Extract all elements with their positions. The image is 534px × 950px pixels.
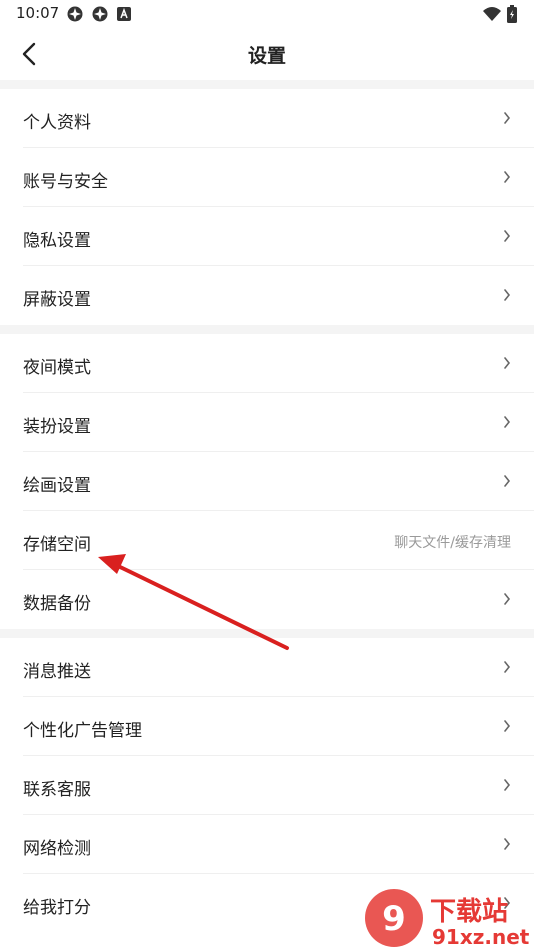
svg-text:91xz.net: 91xz.net — [432, 925, 530, 949]
settings-item-label: 账号与安全 — [23, 172, 108, 192]
settings-item-backup[interactable]: 数据备份 — [0, 570, 534, 629]
svg-text:9: 9 — [382, 899, 406, 939]
settings-item-label: 绘画设置 — [23, 476, 91, 496]
section-divider — [0, 325, 534, 334]
settings-item-label: 隐私设置 — [23, 231, 91, 251]
status-time: 10:07 — [16, 4, 60, 22]
chevron-right-icon — [504, 112, 511, 124]
chevron-right-icon — [504, 230, 511, 242]
chevron-right-icon — [504, 357, 511, 369]
settings-item-label: 存储空间 — [23, 535, 91, 555]
settings-item-night-mode[interactable]: 夜间模式 — [0, 334, 534, 393]
app-icon — [92, 6, 108, 22]
page-title: 设置 — [247, 45, 286, 67]
settings-item-label: 数据备份 — [23, 594, 91, 614]
chevron-right-icon — [504, 661, 511, 673]
settings-group-display: 夜间模式 装扮设置 绘画设置 存储空间 聊天文件/缓存清理 数据备份 — [0, 334, 534, 629]
settings-item-label: 夜间模式 — [23, 358, 91, 378]
chevron-right-icon — [504, 475, 511, 487]
chevron-right-icon — [504, 171, 511, 183]
battery-icon — [507, 5, 517, 23]
settings-item-privacy[interactable]: 隐私设置 — [0, 207, 534, 266]
settings-item-label: 联系客服 — [23, 780, 91, 800]
app-icon — [67, 6, 83, 22]
settings-item-label: 屏蔽设置 — [23, 290, 91, 310]
settings-item-push[interactable]: 消息推送 — [0, 638, 534, 697]
settings-item-profile[interactable]: 个人资料 — [0, 89, 534, 148]
settings-group-account: 个人资料 账号与安全 隐私设置 屏蔽设置 — [0, 89, 534, 325]
storage-hint: 聊天文件/缓存清理 — [394, 535, 511, 551]
chevron-right-icon — [504, 779, 511, 791]
settings-item-block[interactable]: 屏蔽设置 — [0, 266, 534, 325]
settings-item-label: 装扮设置 — [23, 417, 91, 437]
settings-item-drawing[interactable]: 绘画设置 — [0, 452, 534, 511]
settings-item-label: 个性化广告管理 — [23, 721, 142, 741]
chevron-right-icon — [504, 720, 511, 732]
nav-bar: 设置 — [0, 28, 534, 80]
chevron-right-icon — [504, 593, 511, 605]
wifi-icon — [483, 7, 501, 21]
settings-item-label: 给我打分 — [23, 898, 91, 918]
settings-item-appearance[interactable]: 装扮设置 — [0, 393, 534, 452]
chevron-right-icon — [504, 838, 511, 850]
a-notification-icon — [117, 7, 131, 21]
settings-item-label: 个人资料 — [23, 113, 91, 133]
section-divider — [0, 80, 534, 89]
watermark-logo: 9 下载站 91xz.net — [365, 889, 530, 949]
settings-item-ads[interactable]: 个性化广告管理 — [0, 697, 534, 756]
settings-item-support[interactable]: 联系客服 — [0, 756, 534, 815]
settings-item-network[interactable]: 网络检测 — [0, 815, 534, 874]
settings-item-label: 消息推送 — [23, 662, 91, 682]
settings-item-account-security[interactable]: 账号与安全 — [0, 148, 534, 207]
settings-item-storage[interactable]: 存储空间 聊天文件/缓存清理 — [0, 511, 534, 570]
svg-text:下载站: 下载站 — [430, 897, 508, 927]
chevron-right-icon — [504, 289, 511, 301]
chevron-right-icon — [504, 416, 511, 428]
settings-item-label: 网络检测 — [23, 839, 91, 859]
status-bar: 10:07 — [0, 0, 534, 28]
section-divider — [0, 629, 534, 638]
